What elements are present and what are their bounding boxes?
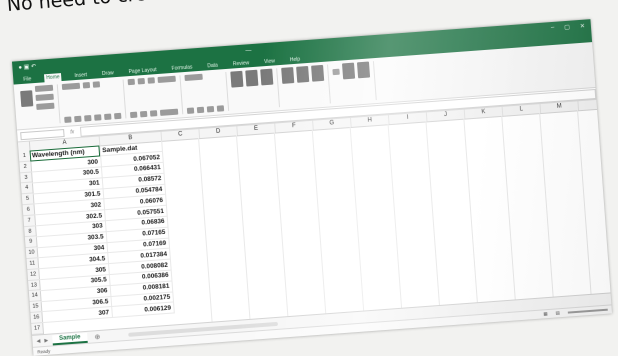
font-group <box>61 79 127 123</box>
underline-icon[interactable] <box>84 114 92 122</box>
format-cells-icon[interactable] <box>311 64 325 82</box>
wrap-text-button[interactable] <box>157 75 176 84</box>
tab-view[interactable]: View <box>262 57 277 66</box>
tab-draw[interactable]: Draw <box>100 69 116 78</box>
format-as-table-icon[interactable] <box>245 69 259 87</box>
tab-file[interactable]: File <box>21 75 34 84</box>
row-header[interactable]: 17 <box>31 322 43 335</box>
tab-help[interactable]: Help <box>288 55 303 64</box>
find-select-icon[interactable] <box>356 61 371 79</box>
comma-icon[interactable] <box>206 105 215 113</box>
copy-icon[interactable] <box>35 93 54 101</box>
bold-icon[interactable] <box>64 116 72 123</box>
currency-icon[interactable] <box>186 107 195 114</box>
font-name-select[interactable] <box>61 82 81 91</box>
tab-review[interactable]: Review <box>231 59 252 68</box>
align-top-icon[interactable] <box>127 78 135 86</box>
align-right-icon[interactable] <box>149 110 158 117</box>
autosave-icon[interactable]: ● ▣ ↶ <box>18 63 36 71</box>
align-middle-icon[interactable] <box>137 77 145 85</box>
row-header[interactable]: 6 <box>22 204 35 217</box>
font-size-select[interactable] <box>82 81 91 89</box>
add-sheet-icon[interactable]: ⊕ <box>94 332 100 340</box>
autosum-icon[interactable] <box>332 68 340 76</box>
name-box[interactable] <box>20 128 65 140</box>
font-color-icon[interactable] <box>114 112 122 120</box>
caption-text: No need to create a CSV file each time. <box>6 0 381 16</box>
decimal-icon[interactable] <box>216 105 225 112</box>
sort-filter-icon[interactable] <box>341 62 356 80</box>
percent-icon[interactable] <box>196 106 205 114</box>
view-layout-icon[interactable]: ▤ <box>555 310 560 316</box>
cell-styles-icon[interactable] <box>260 68 274 86</box>
excel-window: ● ▣ ↶ — – ▢ ✕ File Home Insert Draw Page… <box>11 19 613 356</box>
data-table: Wavelength (nm) Sample.dat 300 0.067052 30… <box>29 140 175 323</box>
row-header[interactable]: 13 <box>28 279 40 292</box>
clipboard-group <box>19 84 61 127</box>
grow-font-icon[interactable] <box>92 81 101 88</box>
border-icon[interactable] <box>94 114 102 121</box>
window-title: — <box>245 47 252 54</box>
format-painter-icon[interactable] <box>36 102 55 110</box>
cells-group <box>281 64 331 107</box>
align-left-icon[interactable] <box>129 111 138 119</box>
italic-icon[interactable] <box>74 115 82 123</box>
merge-center-button[interactable] <box>159 108 179 116</box>
close-icon[interactable]: ✕ <box>580 23 585 30</box>
sheet-nav-left-icon[interactable]: ◀ <box>36 338 40 344</box>
sheet-nav-right-icon[interactable]: ▶ <box>44 337 48 343</box>
cut-icon[interactable] <box>34 84 54 93</box>
editing-group <box>332 61 377 104</box>
restore-icon[interactable]: ▢ <box>564 24 570 31</box>
row-header[interactable]: 12 <box>27 269 40 281</box>
number-group <box>184 71 230 114</box>
fx-icon[interactable]: fx <box>70 129 74 135</box>
zoom-slider[interactable] <box>567 308 608 314</box>
align-bottom-icon[interactable] <box>147 77 155 84</box>
tab-data[interactable]: Data <box>205 61 220 70</box>
paste-icon[interactable] <box>20 90 34 108</box>
align-center-icon[interactable] <box>139 110 148 118</box>
tab-home[interactable]: Home <box>44 73 62 83</box>
delete-cells-icon[interactable] <box>296 65 310 83</box>
alignment-group <box>127 75 184 119</box>
insert-cells-icon[interactable] <box>281 67 295 84</box>
number-format-select[interactable] <box>184 73 203 82</box>
fill-color-icon[interactable] <box>104 113 112 121</box>
styles-group <box>230 68 281 111</box>
minimize-icon[interactable]: – <box>551 25 555 32</box>
empty-grid[interactable] <box>161 108 611 325</box>
status-text: Ready <box>37 348 51 355</box>
view-normal-icon[interactable]: ▦ <box>543 311 548 317</box>
window-controls[interactable]: – ▢ ✕ <box>551 23 585 32</box>
tab-insert[interactable]: Insert <box>72 71 89 80</box>
conditional-formatting-icon[interactable] <box>230 70 244 88</box>
